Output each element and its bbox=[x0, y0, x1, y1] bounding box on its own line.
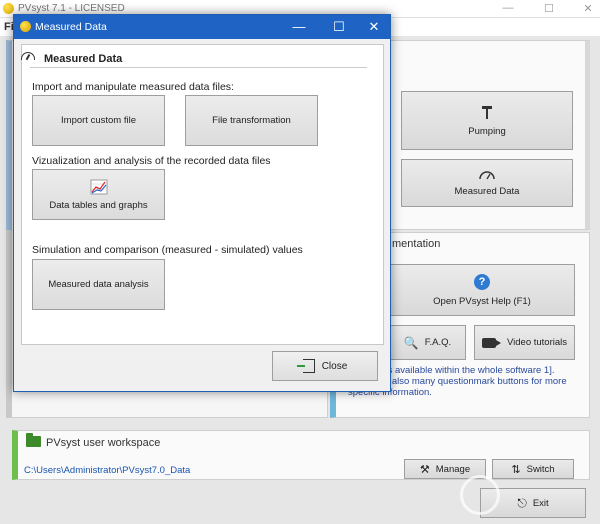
wrench-icon: ⚒ bbox=[419, 463, 430, 476]
search-icon: 🔍 bbox=[403, 335, 419, 350]
measured-data-bg-label: Measured Data bbox=[454, 185, 520, 197]
data-tables-graphs-button[interactable]: Data tables and graphs bbox=[32, 169, 165, 220]
section-visualization-label: Vizualization and analysis of the record… bbox=[32, 155, 271, 167]
dialog-title: Measured Data bbox=[35, 21, 107, 33]
import-custom-file-label: Import custom file bbox=[61, 115, 136, 126]
documentation-header: mentation bbox=[392, 238, 441, 250]
help-button-label: Open PVsyst Help (F1) bbox=[433, 295, 531, 307]
watermark-logo bbox=[460, 475, 500, 515]
section-import-label: Import and manipulate measured data file… bbox=[32, 81, 234, 93]
help-button[interactable]: ? Open PVsyst Help (F1) bbox=[389, 264, 575, 316]
gauge-icon bbox=[479, 170, 495, 179]
video-button-label: Video tutorials bbox=[506, 337, 568, 348]
measured-data-analysis-label: Measured data analysis bbox=[48, 279, 149, 290]
pvsyst-logo-icon bbox=[3, 3, 14, 14]
switch-icon: ⇅ bbox=[511, 463, 521, 476]
section-simulation-label: Simulation and comparison (measured - si… bbox=[32, 244, 303, 256]
pump-icon bbox=[482, 106, 492, 119]
dialog-header: Measured Data bbox=[44, 53, 123, 65]
manage-label: Manage bbox=[435, 463, 471, 475]
exit-icon: ⎋ bbox=[517, 495, 527, 510]
faq-button-label: F.A.Q. bbox=[424, 337, 452, 348]
workspace-path[interactable]: C:\Users\Administrator\PVsyst7.0_Data bbox=[24, 465, 190, 476]
switch-label: Switch bbox=[526, 463, 555, 475]
pumping-label: Pumping bbox=[468, 126, 506, 137]
close-button-label: Close bbox=[321, 360, 348, 372]
dialog-close-icon[interactable]: ✕ bbox=[365, 18, 383, 36]
exit-label: Exit bbox=[532, 497, 549, 509]
file-transformation-button[interactable]: File transformation bbox=[185, 95, 318, 146]
pumping-button[interactable]: Pumping bbox=[401, 91, 573, 150]
measured-data-bg-button[interactable]: Measured Data bbox=[401, 159, 573, 207]
video-tutorials-button[interactable]: Video tutorials bbox=[474, 325, 575, 360]
workspace-title: PVsyst user workspace bbox=[46, 437, 161, 449]
video-camera-icon bbox=[481, 337, 501, 348]
chart-icon bbox=[90, 179, 107, 194]
main-window-title: PVsyst 7.1 - LICENSED bbox=[18, 3, 125, 14]
exit-door-icon bbox=[296, 359, 315, 373]
dialog-minimize-icon[interactable]: — bbox=[290, 18, 308, 36]
measured-data-analysis-button[interactable]: Measured data analysis bbox=[32, 259, 165, 310]
measured-data-gauge-icon bbox=[21, 52, 35, 60]
folder-icon bbox=[26, 433, 41, 447]
close-button[interactable]: Close bbox=[272, 351, 378, 381]
switch-button[interactable]: ⇅ Switch bbox=[492, 459, 574, 479]
minimize-icon[interactable]: — bbox=[500, 2, 516, 16]
close-icon[interactable]: ✕ bbox=[580, 2, 596, 16]
faq-button[interactable]: 🔍 F.A.Q. bbox=[389, 325, 466, 360]
header-divider bbox=[30, 67, 367, 68]
help-icon: ? bbox=[474, 273, 490, 290]
dialog-maximize-icon[interactable]: ☐ bbox=[330, 18, 348, 36]
data-tables-graphs-label: Data tables and graphs bbox=[49, 199, 148, 211]
dialog-logo-icon bbox=[20, 21, 31, 32]
file-transformation-label: File transformation bbox=[212, 115, 291, 126]
maximize-icon[interactable]: ☐ bbox=[541, 2, 557, 16]
dialog-titlebar: Measured Data — ☐ ✕ bbox=[14, 15, 390, 39]
import-custom-file-button[interactable]: Import custom file bbox=[32, 95, 165, 146]
